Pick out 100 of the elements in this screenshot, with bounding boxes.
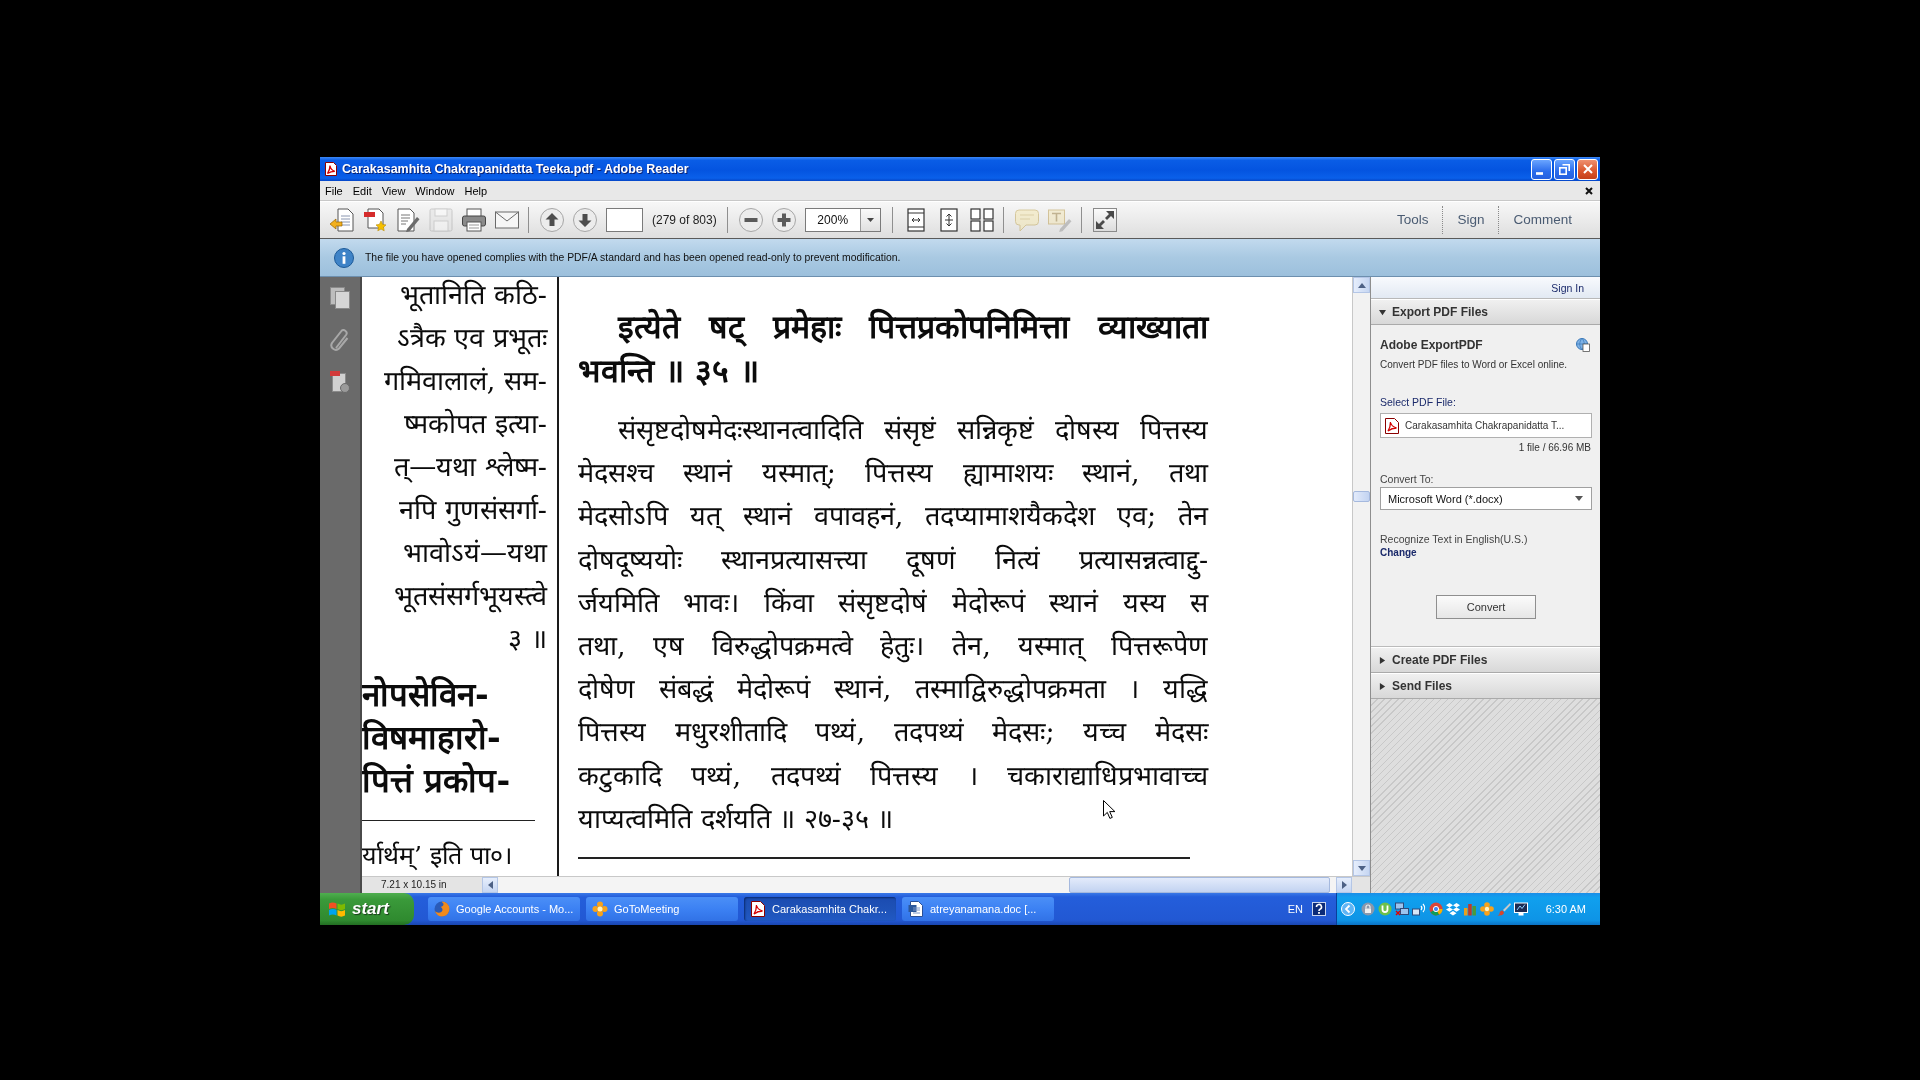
panel-description: Convert PDF files to Word or Excel online. — [1380, 358, 1569, 372]
menu-item[interactable]: File — [325, 184, 343, 197]
page-text-line: त्—यथा श्लेष्म- — [394, 451, 547, 482]
zoom-in-icon[interactable] — [771, 208, 796, 232]
section-header[interactable]: Export PDF Files — [1371, 299, 1600, 325]
chevron-left-icon[interactable] — [1341, 902, 1355, 916]
document-globe-icon[interactable] — [1576, 338, 1590, 352]
taskbar-button[interactable]: Carakasamhita Chakr... — [744, 897, 896, 921]
expand-icon — [1095, 211, 1114, 229]
document-badge-icon[interactable] — [330, 371, 350, 393]
language-indicator[interactable]: EN — [1287, 903, 1303, 915]
page-text-line: गमिवालालं, सम- — [383, 365, 547, 396]
document-star-icon[interactable] — [363, 208, 387, 232]
globe-icon — [434, 901, 450, 917]
pane-button[interactable]: Comment — [1498, 206, 1586, 234]
full-screen-button[interactable] — [1092, 208, 1117, 232]
page-text-line: विषमाहारो- — [362, 718, 501, 757]
pdf-file-icon — [325, 162, 337, 176]
round-logo-icon[interactable] — [1429, 902, 1443, 916]
verse-line: भवन्ति ॥ ३५ ॥ — [578, 351, 760, 392]
document-icon — [908, 901, 924, 917]
file-field[interactable]: Carakasamhita Chakrapanidatta T... — [1380, 413, 1592, 438]
caret-icon — [866, 218, 874, 222]
menu-item[interactable]: Help — [464, 184, 488, 197]
menu-item[interactable]: Window — [415, 184, 455, 197]
close-icon — [1582, 164, 1593, 174]
bar-chart-icon[interactable] — [1463, 902, 1477, 916]
taskbar-button[interactable]: Google Accounts - Mo... — [428, 897, 580, 921]
flower-icon — [592, 901, 608, 917]
menu-item[interactable]: View — [381, 184, 406, 197]
scroll-left-arrow-icon[interactable] — [487, 881, 493, 889]
commentary-line: तथा, एष विरुद्धोपक्रमत्वे हेतुः। तेन, यस्मात् पित्तरूपेण — [578, 628, 1208, 665]
page-text-line: नोपसेविन- — [362, 675, 489, 714]
start-button[interactable]: start — [320, 893, 414, 925]
minimize-icon — [1535, 171, 1543, 175]
vertical-scrollbar[interactable] — [1352, 277, 1370, 876]
pages-icon[interactable] — [330, 287, 350, 309]
sign-in-link[interactable]: Sign In — [1551, 281, 1584, 294]
flower-icon[interactable] — [1480, 902, 1494, 916]
mouse-pointer-icon — [1103, 800, 1115, 819]
envelope-icon[interactable] — [495, 208, 519, 232]
caret-icon — [1575, 496, 1583, 501]
close-icon[interactable] — [1585, 186, 1593, 195]
convert-button[interactable]: Convert — [1436, 595, 1536, 619]
wireless-icon[interactable] — [1412, 902, 1426, 916]
document-arrow-icon[interactable] — [330, 208, 354, 232]
info-icon — [334, 247, 354, 268]
section-header[interactable]: Create PDF Files — [1371, 647, 1600, 673]
page-text-line: भूतानिति कठि- — [400, 279, 547, 310]
commentary-line: पित्तस्य मधुरशीतादि पथ्यं, तदपथ्यं मेदसः; यच्च मेदसः — [578, 715, 1208, 751]
paperclip-icon[interactable] — [330, 329, 350, 351]
page-count: (279 of 803) — [652, 213, 717, 227]
printer-icon[interactable] — [462, 208, 486, 232]
u-circle-icon[interactable] — [1378, 902, 1392, 916]
scrollbar-thumb[interactable] — [1069, 877, 1330, 893]
page-size-label: 7.21 x 10.15 in — [380, 878, 448, 892]
scrollbar-thumb[interactable] — [1353, 491, 1370, 502]
pane-button[interactable]: Tools — [1382, 206, 1443, 234]
field-label: Select PDF File: — [1380, 395, 1457, 410]
help-icon[interactable] — [1312, 902, 1326, 916]
ocr-language-text: Recognize Text in English(U.S.) — [1380, 532, 1529, 546]
minimize-button[interactable] — [1531, 158, 1552, 180]
restore-button[interactable] — [1554, 158, 1575, 180]
commentary-line: दोषदूष्ययोः स्थानप्रत्यासत्त्या दूषणं नित्यं प्रत्यासन्नत्वाद्दु- — [578, 537, 1208, 581]
taskbar-button[interactable]: atreyanamana.doc [... — [902, 897, 1054, 921]
commentary-line: दोषेण संबद्धं मेदोरूपं स्थानं, तस्माद्विरुद्धोपक्रमता । यद्धि — [578, 672, 1208, 707]
menu-item[interactable]: Edit — [352, 184, 372, 197]
page-text-line: पित्तं प्रकोप- — [362, 761, 511, 800]
page-text-line: ऽत्रैक एव प्रभूतः — [396, 322, 547, 353]
scroll-up-arrow-icon[interactable] — [1357, 282, 1366, 288]
page-number-field[interactable] — [606, 208, 643, 232]
scroll-right-arrow-icon[interactable] — [1341, 881, 1347, 889]
pdf-file-icon — [750, 901, 766, 917]
field-label: Convert To: — [1380, 472, 1435, 487]
taskbar-button[interactable]: GoToMeeting — [586, 897, 738, 921]
zoom-out-icon[interactable] — [738, 208, 763, 232]
pdf-file-icon — [1385, 417, 1399, 434]
section-header[interactable]: Send Files — [1371, 673, 1600, 699]
commentary-line: याप्यत्वमिति दर्शयति ॥ २७-३५ ॥ — [578, 801, 894, 836]
window-title: Carakasamhita Chakrapanidatta Teeka.pdf - Adobe Reader — [342, 162, 690, 176]
horizontal-scrollbar[interactable] — [482, 877, 1352, 893]
info-message: The file you have opened complies with the PDF/A standard and has been opened read-only to prevent modification. — [365, 252, 901, 263]
page-grid-icon[interactable] — [969, 208, 994, 232]
network-icon[interactable] — [1395, 902, 1409, 916]
flag-icon — [328, 901, 346, 917]
padlock-icon[interactable] — [1361, 902, 1375, 916]
close-button[interactable] — [1577, 158, 1598, 180]
page-text-line: ष्मकोपत इत्या- — [404, 408, 547, 439]
format-dropdown[interactable]: Microsoft Word (*.docx) — [1380, 487, 1592, 510]
change-link[interactable]: Change — [1380, 547, 1417, 558]
commentary-line: र्जयमिति भावः। किंवा संसृष्टदोषं मेदोरूपं स्थानं यस्य स — [578, 585, 1208, 622]
boxes-icon[interactable] — [1446, 902, 1460, 916]
zoom-field[interactable]: 200% — [804, 208, 881, 232]
monitor-icon[interactable] — [1514, 902, 1528, 916]
pane-button[interactable]: Sign — [1442, 206, 1499, 234]
page-text-line: ३ ॥ — [508, 623, 547, 654]
document-pen-icon[interactable] — [396, 208, 420, 232]
clock: 6:30 AM — [1545, 903, 1586, 915]
scroll-down-arrow-icon[interactable] — [1357, 865, 1366, 871]
page-text-line: भावोऽयं—यथा — [403, 537, 547, 568]
